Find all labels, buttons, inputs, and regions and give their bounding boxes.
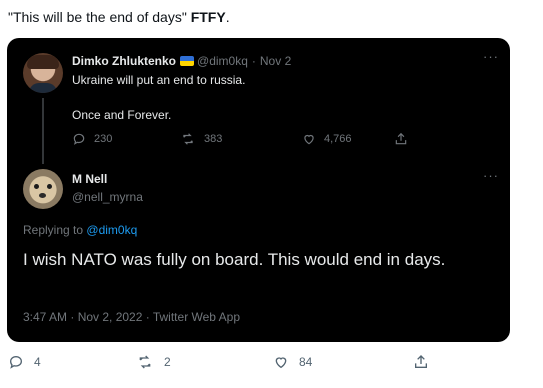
replying-prefix: Replying to [23,223,84,237]
reply-button[interactable]: 4 [8,354,41,370]
author-name[interactable]: M Nell [72,172,107,186]
ukraine-flag-icon [180,56,195,66]
quoted-tweet-header: Dimko Zhluktenko @dim0kq · Nov 2 [72,54,291,68]
tweet-date[interactable]: Nov 2 [260,54,291,68]
separator-dot: · [251,54,256,68]
reply-icon [73,133,85,145]
share-button[interactable] [394,132,416,146]
post-caption: "This will be the end of days" FTFY. [8,9,230,25]
share-icon [395,132,407,145]
reply-count: 4 [34,355,41,369]
reply-button[interactable]: 230 [72,132,112,146]
quoted-tweet-actions: 230 383 4,766 [72,132,412,148]
replying-to-handle-link[interactable]: @dim0kq [86,223,137,237]
like-count: 4,766 [324,133,352,145]
tweet-text-line-2: Once and Forever. [72,108,172,122]
more-options-icon[interactable]: ··· [483,49,499,64]
author-name[interactable]: Dimko Zhluktenko [72,54,176,68]
retweet-count: 2 [164,355,171,369]
reply-count: 230 [94,133,113,145]
reply-tweet-text: I wish NATO was fully on board. This wou… [23,250,446,269]
thread-connector-line [42,98,44,164]
like-button[interactable]: 4,766 [302,132,352,146]
post-actions: 4 2 84 [0,354,543,376]
caption-quote: "This will be the end of days" [8,9,187,25]
reply-tweet-author: M Nell [72,172,107,186]
like-button[interactable]: 84 [273,354,312,370]
heart-icon [304,134,314,145]
avatar[interactable] [23,53,63,93]
embedded-tweet-thread: Dimko Zhluktenko @dim0kq · Nov 2 ··· Ukr… [7,38,510,342]
heart-icon [275,357,287,369]
author-handle[interactable]: @dim0kq [197,54,248,68]
more-options-icon[interactable]: ··· [483,168,499,183]
caption-period: . [225,9,230,25]
share-button[interactable] [413,354,439,370]
tweet-text-line-1: Ukraine will put an end to russia. [72,73,246,87]
retweet-button[interactable]: 383 [180,132,222,146]
caption-tag: FTFY [190,9,226,25]
avatar[interactable] [23,169,63,209]
share-icon [415,355,427,368]
retweet-icon [183,133,193,145]
reply-icon [9,355,23,369]
retweet-button[interactable]: 2 [136,354,171,370]
author-handle[interactable]: @nell_myrna [72,190,143,204]
retweet-icon [139,355,151,369]
retweet-count: 383 [204,133,223,145]
replying-to: Replying to @dim0kq [23,223,137,237]
like-count: 84 [299,355,313,369]
tweet-timestamp-source[interactable]: 3:47 AM · Nov 2, 2022 · Twitter Web App [23,310,240,324]
reply-tweet-handle-row: @nell_myrna [72,190,143,204]
